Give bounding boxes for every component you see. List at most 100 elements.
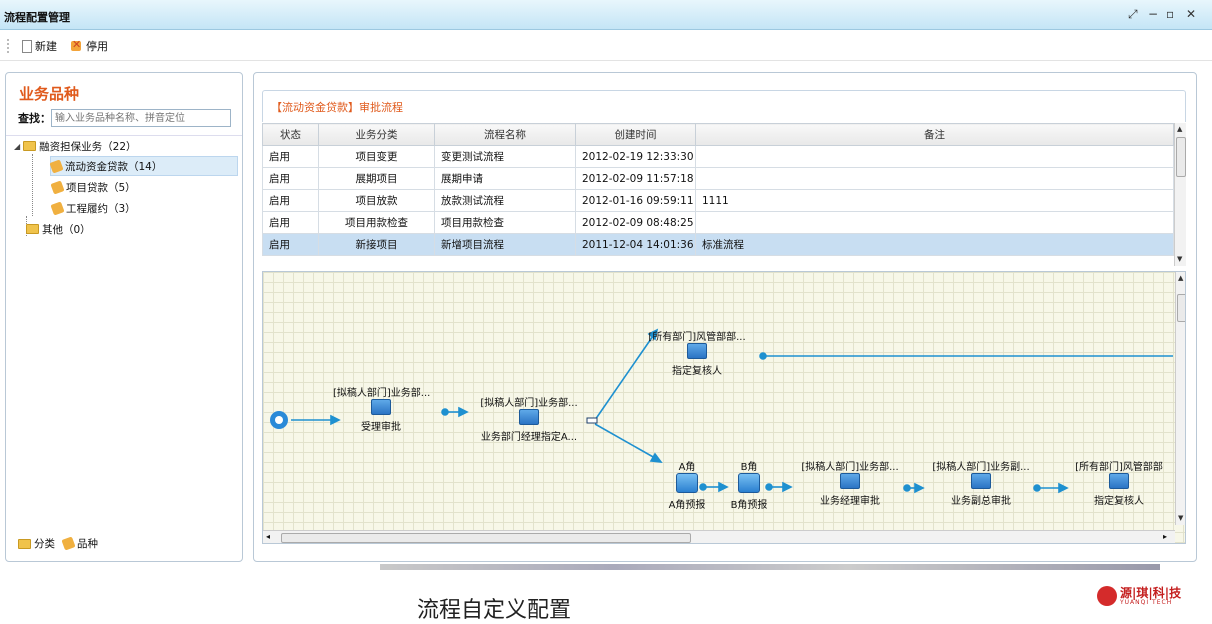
grid-title-bar: 【流动资金贷款】审批流程: [262, 90, 1186, 122]
node-role: [拟稿人部门]业务部...: [801, 462, 899, 473]
business-variety-panel: 业务品种 查找： ◢ 融资担保业务（22） 流动资金贷款（14） 项目贷款（5）…: [5, 72, 243, 562]
column-header[interactable]: 流程名称: [434, 123, 576, 146]
close-icon[interactable]: ✕: [1186, 7, 1196, 21]
scroll-thumb[interactable]: [281, 533, 691, 543]
scroll-down-icon[interactable]: ▼: [1178, 514, 1183, 522]
tree-node-label: 项目贷款（5）: [66, 181, 136, 194]
expand-triangle-icon[interactable]: ◢: [14, 142, 20, 151]
toolbar: 新建 停用: [0, 31, 1212, 61]
scroll-up-icon[interactable]: ▲: [1178, 274, 1183, 282]
logo-mark-icon: [1097, 586, 1117, 606]
tree-line: [32, 154, 33, 216]
canvas-hscrollbar[interactable]: ◂ ▸: [263, 530, 1175, 543]
cell-category: 展期项目: [318, 167, 435, 190]
new-button[interactable]: 新建: [22, 38, 57, 54]
tree-node-other[interactable]: 其他（0）: [26, 219, 91, 239]
category-label: 分类: [34, 538, 55, 550]
fullscreen-icon[interactable]: ⤢: [1128, 7, 1138, 22]
column-header[interactable]: 状态: [262, 123, 319, 146]
scroll-up-icon[interactable]: ▲: [1177, 125, 1182, 133]
cell-status: 启用: [262, 189, 319, 212]
node-role: A角: [678, 462, 696, 473]
flow-node-b-role[interactable]: B角 B角预报: [729, 458, 769, 511]
cell-created: 2012-02-09 08:48:25: [575, 211, 696, 234]
column-header[interactable]: 创建时间: [575, 123, 696, 146]
cell-remark: [695, 145, 1174, 168]
logo-sub: YUANQI TECH: [1120, 598, 1173, 606]
table-scrollbar[interactable]: ▲ ▼: [1174, 123, 1186, 266]
flow-node-dept-manager[interactable]: [拟稿人部门]业务部... 业务部门经理指定A...: [469, 394, 589, 443]
table-row[interactable]: 启用 项目变更 变更测试流程 2012-02-19 12:33:30: [262, 145, 1174, 168]
scroll-right-icon[interactable]: ▸: [1163, 532, 1167, 541]
flow-node-assign-reviewer-2[interactable]: [所有部门]风管部部 指定复核人: [1067, 458, 1171, 507]
tree-node-working-capital[interactable]: 流动资金贷款（14）: [49, 156, 238, 176]
search-input[interactable]: [51, 109, 231, 127]
table-row[interactable]: 启用 展期项目 展期申请 2012-02-09 11:57:18: [262, 167, 1174, 190]
company-logo: 源|琪|科|技 YUANQI TECH: [1097, 586, 1181, 606]
tree-node-performance-bond[interactable]: 工程履约（3）: [50, 198, 136, 218]
folder-icon: [23, 141, 37, 151]
canvas-vscrollbar[interactable]: ▲ ▼: [1175, 272, 1185, 525]
cell-remark: [695, 167, 1174, 190]
node-title: 指定复核人: [1094, 496, 1144, 507]
task-node-icon: [687, 343, 707, 359]
disable-button[interactable]: 停用: [70, 38, 108, 54]
new-label: 新建: [35, 40, 57, 53]
tree-node-project-loan[interactable]: 项目贷款（5）: [50, 177, 136, 197]
cell-flow-name: 展期申请: [434, 167, 576, 190]
workflow-panel: 【流动资金贷款】审批流程 状态 业务分类 流程名称 创建时间 备注 启用 项目变…: [253, 72, 1197, 562]
flow-node-assign-reviewer[interactable]: [所有部门]风管部部... 指定复核人: [647, 328, 747, 377]
flow-node-vp-approval[interactable]: [拟稿人部门]业务副... 业务副总审批: [927, 458, 1035, 507]
grid-title: 【流动资金贷款】审批流程: [271, 101, 403, 114]
cell-status: 启用: [262, 233, 319, 256]
node-title: 业务部门经理指定A...: [480, 432, 578, 443]
minimize-icon[interactable]: −: [1148, 7, 1158, 21]
cell-remark: [695, 211, 1174, 234]
table-row-selected[interactable]: 启用 新接项目 新增项目流程 2011-12-04 14:01:36 标准流程: [262, 233, 1174, 256]
tree-node-financing[interactable]: ◢ 融资担保业务（22）: [14, 136, 137, 156]
panel-footer: 分类 品种: [18, 536, 98, 551]
cell-status: 启用: [262, 145, 319, 168]
cell-status: 启用: [262, 211, 319, 234]
flow-canvas[interactable]: [拟稿人部门]业务部... 受理审批 [拟稿人部门]业务部... 业务部门经理指…: [262, 271, 1186, 544]
task-node-icon: [519, 409, 539, 425]
logo-name: 源|琪|科|技: [1120, 585, 1182, 600]
node-role: B角: [740, 462, 758, 473]
cell-flow-name: 新增项目流程: [434, 233, 576, 256]
taskbar-strip: [380, 564, 1160, 570]
category-button[interactable]: 分类: [18, 536, 55, 551]
tree-node-label: 流动资金贷款（14）: [65, 160, 163, 173]
flow-node-a-role[interactable]: A角 A角预报: [667, 458, 707, 511]
table-header-row: 状态 业务分类 流程名称 创建时间 备注: [262, 123, 1174, 146]
variety-button[interactable]: 品种: [61, 536, 98, 551]
table-row[interactable]: 启用 项目用款检查 项目用款检查 2012-02-09 08:48:25: [262, 211, 1174, 234]
cell-remark: 标准流程: [695, 233, 1174, 256]
node-title: 指定复核人: [672, 366, 722, 377]
node-role: [拟稿人部门]业务副...: [932, 462, 1030, 473]
variety-icon: [49, 158, 64, 174]
task-node-icon: [1109, 473, 1129, 489]
panel-title: 业务品种: [19, 85, 80, 103]
tree-node-label: 其他（0）: [42, 223, 91, 236]
restore-icon[interactable]: ▫: [1166, 7, 1174, 21]
scroll-thumb[interactable]: [1177, 294, 1185, 322]
flow-node-accept-review[interactable]: [拟稿人部门]业务部... 受理审批: [333, 384, 430, 433]
node-role: [所有部门]风管部部...: [648, 332, 746, 343]
search-box: 查找：: [18, 109, 231, 127]
scroll-down-icon[interactable]: ▼: [1177, 255, 1182, 263]
variety-icon: [61, 536, 76, 551]
column-header[interactable]: 业务分类: [318, 123, 435, 146]
workflow-table: 状态 业务分类 流程名称 创建时间 备注 启用 项目变更 变更测试流程 2012…: [262, 123, 1174, 256]
table-row[interactable]: 启用 项目放款 放款测试流程 2012-01-16 09:59:11 1111: [262, 189, 1174, 212]
tree-node-label: 融资担保业务（22）: [39, 140, 137, 153]
toolbar-grip: [7, 39, 9, 53]
column-header[interactable]: 备注: [695, 123, 1174, 146]
flow-node-manager-approval[interactable]: [拟稿人部门]业务部... 业务经理审批: [795, 458, 905, 507]
cell-category: 项目用款检查: [318, 211, 435, 234]
title-bar: 流程配置管理 ⤢ − ▫ ✕: [0, 0, 1212, 30]
cell-status: 启用: [262, 167, 319, 190]
scroll-thumb[interactable]: [1176, 137, 1186, 177]
node-role: [所有部门]风管部部: [1075, 462, 1163, 473]
scroll-left-icon[interactable]: ◂: [266, 532, 270, 541]
cell-flow-name: 放款测试流程: [434, 189, 576, 212]
